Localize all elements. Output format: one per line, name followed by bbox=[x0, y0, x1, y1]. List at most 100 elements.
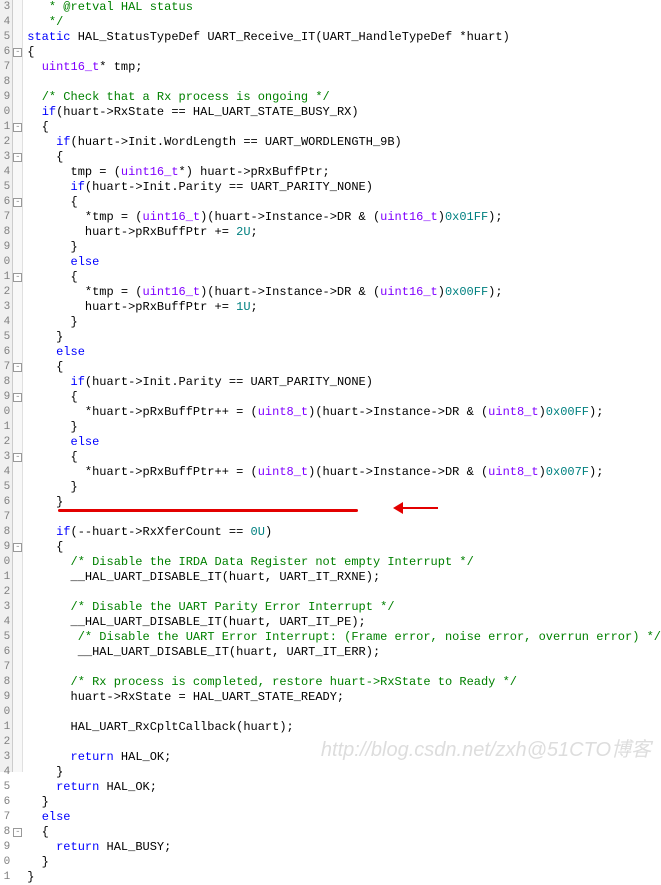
line-number: 0 bbox=[0, 105, 10, 120]
code-line[interactable]: else bbox=[27, 810, 661, 825]
code-line[interactable]: if(huart->Init.Parity == UART_PARITY_NON… bbox=[27, 375, 661, 390]
fold-toggle bbox=[13, 480, 22, 495]
code-line[interactable] bbox=[27, 585, 661, 600]
code-line[interactable]: } bbox=[27, 495, 661, 510]
fold-toggle[interactable]: - bbox=[13, 195, 22, 210]
code-area[interactable]: * @retval HAL status */static HAL_Status… bbox=[23, 0, 661, 772]
code-line[interactable]: } bbox=[27, 330, 661, 345]
code-line[interactable] bbox=[27, 660, 661, 675]
code-line[interactable]: } bbox=[27, 765, 661, 780]
code-line[interactable]: * @retval HAL status bbox=[27, 0, 661, 15]
fold-toggle bbox=[13, 330, 22, 345]
line-number: 4 bbox=[0, 15, 10, 30]
code-line[interactable]: { bbox=[27, 390, 661, 405]
code-line[interactable]: uint16_t* tmp; bbox=[27, 60, 661, 75]
line-number: 2 bbox=[0, 585, 10, 600]
fold-toggle bbox=[13, 135, 22, 150]
code-line[interactable]: /* Disable the IRDA Data Register not em… bbox=[27, 555, 661, 570]
code-line[interactable]: { bbox=[27, 45, 661, 60]
code-line[interactable]: } bbox=[27, 480, 661, 495]
fold-toggle[interactable]: - bbox=[13, 390, 22, 405]
code-line[interactable]: { bbox=[27, 150, 661, 165]
code-line[interactable]: /* Disable the UART Parity Error Interru… bbox=[27, 600, 661, 615]
code-line[interactable]: if(huart->Init.WordLength == UART_WORDLE… bbox=[27, 135, 661, 150]
code-line[interactable]: } bbox=[27, 420, 661, 435]
code-line[interactable]: { bbox=[27, 540, 661, 555]
code-line[interactable]: __HAL_UART_DISABLE_IT(huart, UART_IT_RXN… bbox=[27, 570, 661, 585]
line-number: 4 bbox=[0, 615, 10, 630]
code-line[interactable]: } bbox=[27, 870, 661, 885]
code-line[interactable]: { bbox=[27, 270, 661, 285]
fold-toggle[interactable]: - bbox=[13, 540, 22, 555]
fold-toggle bbox=[13, 615, 22, 630]
fold-toggle bbox=[13, 735, 22, 750]
code-line[interactable]: return HAL_OK; bbox=[27, 780, 661, 795]
fold-toggle bbox=[13, 375, 22, 390]
fold-toggle bbox=[13, 630, 22, 645]
code-line[interactable]: *huart->pRxBuffPtr++ = (uint8_t)(huart->… bbox=[27, 465, 661, 480]
fold-toggle[interactable]: - bbox=[13, 825, 22, 840]
code-line[interactable] bbox=[27, 705, 661, 720]
line-number: 2 bbox=[0, 285, 10, 300]
fold-toggle bbox=[13, 660, 22, 675]
code-line[interactable]: } bbox=[27, 795, 661, 810]
line-number: 6 bbox=[0, 795, 10, 810]
code-line[interactable]: *tmp = (uint16_t)(huart->Instance->DR & … bbox=[27, 210, 661, 225]
code-line[interactable]: /* Check that a Rx process is ongoing */ bbox=[27, 90, 661, 105]
code-line[interactable]: huart->pRxBuffPtr += 2U; bbox=[27, 225, 661, 240]
code-line[interactable] bbox=[27, 510, 661, 525]
code-line[interactable]: return HAL_BUSY; bbox=[27, 840, 661, 855]
code-line[interactable]: } bbox=[27, 315, 661, 330]
code-line[interactable]: tmp = (uint16_t*) huart->pRxBuffPtr; bbox=[27, 165, 661, 180]
code-line[interactable]: } bbox=[27, 855, 661, 870]
fold-toggle bbox=[13, 240, 22, 255]
fold-column[interactable]: ---------- bbox=[13, 0, 23, 772]
code-line[interactable]: { bbox=[27, 195, 661, 210]
code-line[interactable]: { bbox=[27, 360, 661, 375]
line-number: 8 bbox=[0, 825, 10, 840]
code-line[interactable]: if(huart->RxState == HAL_UART_STATE_BUSY… bbox=[27, 105, 661, 120]
code-line[interactable] bbox=[27, 75, 661, 90]
line-number: 6 bbox=[0, 45, 10, 60]
fold-toggle[interactable]: - bbox=[13, 270, 22, 285]
line-number: 1 bbox=[0, 420, 10, 435]
code-line[interactable]: __HAL_UART_DISABLE_IT(huart, UART_IT_PE)… bbox=[27, 615, 661, 630]
code-line[interactable]: } bbox=[27, 240, 661, 255]
code-line[interactable]: *tmp = (uint16_t)(huart->Instance->DR & … bbox=[27, 285, 661, 300]
code-line[interactable]: static HAL_StatusTypeDef UART_Receive_IT… bbox=[27, 30, 661, 45]
code-line[interactable]: */ bbox=[27, 15, 661, 30]
fold-toggle bbox=[13, 705, 22, 720]
fold-toggle[interactable]: - bbox=[13, 120, 22, 135]
line-number: 9 bbox=[0, 690, 10, 705]
code-line[interactable]: /* Rx process is completed, restore huar… bbox=[27, 675, 661, 690]
code-line[interactable]: huart->RxState = HAL_UART_STATE_READY; bbox=[27, 690, 661, 705]
code-line[interactable]: { bbox=[27, 120, 661, 135]
code-line[interactable]: /* Disable the UART Error Interrupt: (Fr… bbox=[27, 630, 661, 645]
code-line[interactable]: { bbox=[27, 450, 661, 465]
code-line[interactable]: *huart->pRxBuffPtr++ = (uint8_t)(huart->… bbox=[27, 405, 661, 420]
code-line[interactable]: else bbox=[27, 345, 661, 360]
code-line[interactable]: __HAL_UART_DISABLE_IT(huart, UART_IT_ERR… bbox=[27, 645, 661, 660]
fold-toggle[interactable]: - bbox=[13, 450, 22, 465]
fold-toggle[interactable]: - bbox=[13, 150, 22, 165]
fold-toggle[interactable]: - bbox=[13, 45, 22, 60]
code-line[interactable]: huart->pRxBuffPtr += 1U; bbox=[27, 300, 661, 315]
fold-toggle bbox=[13, 525, 22, 540]
line-number: 4 bbox=[0, 315, 10, 330]
fold-toggle bbox=[13, 570, 22, 585]
code-line[interactable]: { bbox=[27, 825, 661, 840]
line-number: 1 bbox=[0, 870, 10, 885]
fold-toggle bbox=[13, 840, 22, 855]
code-line[interactable]: else bbox=[27, 435, 661, 450]
fold-toggle[interactable]: - bbox=[13, 360, 22, 375]
fold-toggle bbox=[13, 645, 22, 660]
code-line[interactable]: else bbox=[27, 255, 661, 270]
fold-toggle bbox=[13, 180, 22, 195]
fold-toggle bbox=[13, 780, 22, 795]
code-line[interactable]: if(huart->Init.Parity == UART_PARITY_NON… bbox=[27, 180, 661, 195]
fold-toggle bbox=[13, 810, 22, 825]
fold-toggle bbox=[13, 720, 22, 735]
line-number: 8 bbox=[0, 675, 10, 690]
code-line[interactable]: if(--huart->RxXferCount == 0U) bbox=[27, 525, 661, 540]
fold-toggle bbox=[13, 105, 22, 120]
